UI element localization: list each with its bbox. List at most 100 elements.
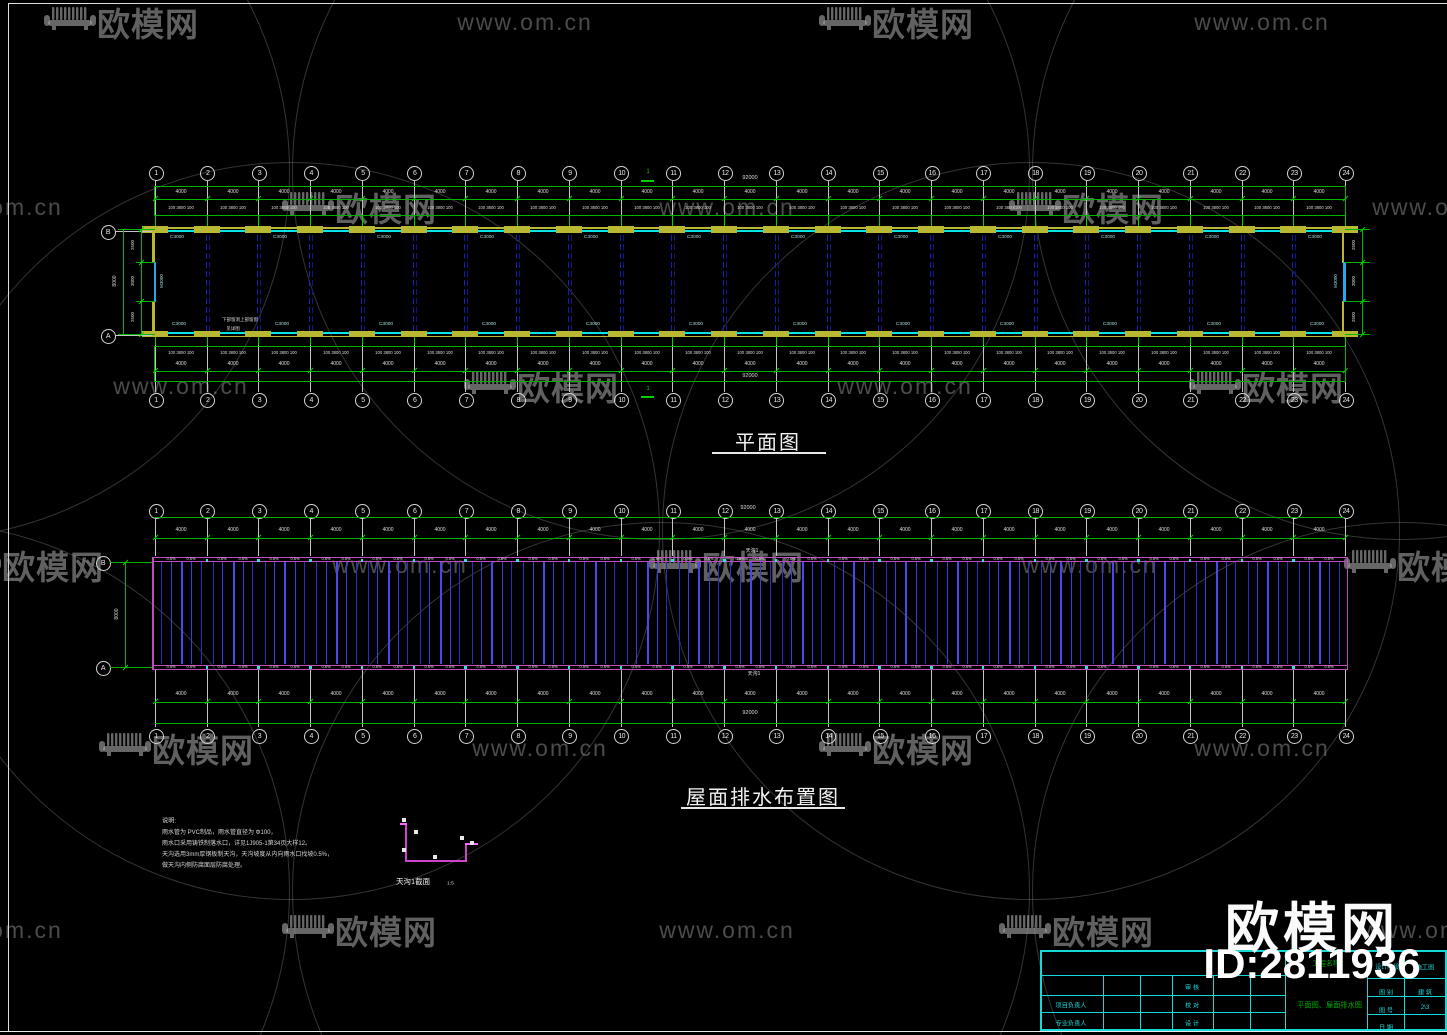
roof-panel-line — [1144, 562, 1146, 664]
dim-sub: 100 3800 100 — [737, 350, 763, 356]
grid-line — [827, 670, 829, 727]
roof-panel-line — [782, 562, 784, 664]
column-pier — [969, 226, 996, 233]
frame-line-blue — [1140, 235, 1142, 331]
dim-bay: 4000 — [382, 527, 394, 533]
dim-ext-h — [110, 562, 152, 563]
frame-line-blue — [208, 235, 210, 331]
grid-bubble: 14 — [821, 728, 837, 744]
grid-bubble: 4 — [303, 165, 319, 181]
roof-panel-line — [242, 562, 244, 664]
frame-line-blue — [1033, 235, 1035, 331]
drain-dot — [1033, 559, 1037, 562]
dim-depth: 8000 — [114, 608, 120, 620]
dim-ext-h — [118, 229, 155, 230]
roof-panel-line — [626, 562, 628, 664]
grid-bubble: 15 — [872, 165, 888, 181]
roof-panel-line — [1319, 562, 1322, 664]
grid-line — [775, 670, 777, 727]
dim-line-v — [125, 562, 126, 667]
drain-dot — [981, 559, 985, 562]
roof-panel-line — [1235, 562, 1237, 664]
gutter-section-left — [405, 824, 407, 862]
column-pier — [348, 226, 375, 233]
section-mark: 1 — [646, 168, 650, 175]
drain-dot — [205, 666, 209, 669]
grid-bubble: 18 — [1028, 165, 1044, 181]
sheet-frame-top — [8, 3, 1447, 4]
column-pier — [452, 226, 479, 233]
grid-bubble: 7 — [458, 165, 474, 181]
roof-edge-left — [152, 557, 154, 670]
roof-panel-line — [523, 562, 525, 664]
dim-side-seg: 2500 — [130, 311, 136, 323]
dim-bay: 4000 — [1158, 691, 1170, 697]
grid-bubble: 3 — [251, 392, 267, 408]
dim-line — [155, 186, 1345, 187]
frame-line-blue — [570, 235, 572, 331]
grid-bubble: 21 — [1183, 392, 1199, 408]
column-pier — [918, 330, 945, 337]
notes-line: 雨水管为 PVC制品，雨水管直径为 Φ100， — [162, 829, 277, 836]
dim-overall: 92000 — [740, 504, 756, 511]
dim-sub: 100 3800 100 — [685, 205, 712, 211]
dim-sub: 100 3800 100 — [1151, 350, 1177, 356]
drain-dot — [619, 559, 623, 562]
column-pier — [607, 226, 634, 233]
tb-vline — [1172, 975, 1173, 1031]
roof-panel-line — [553, 562, 555, 664]
roof-panel-line — [666, 562, 668, 664]
roof-panel-line — [429, 562, 431, 664]
window-label: C3000 — [482, 321, 497, 327]
grid-bubble: 2 — [200, 392, 216, 408]
column-pier — [1228, 226, 1255, 233]
column-pier — [1176, 226, 1203, 233]
drain-dot — [1085, 666, 1088, 669]
dim-side-overall: 8000 — [112, 275, 118, 287]
roof-panel-line — [480, 562, 482, 664]
dim-sub: 100 3800 100 — [1099, 350, 1126, 356]
roof-panel-line — [575, 562, 577, 664]
dim-sub: 100 3800 100 — [685, 350, 712, 356]
roof-panel-line — [419, 562, 421, 664]
frame-line-blue — [984, 235, 986, 331]
wall-bottom — [152, 332, 1348, 334]
column-pier — [762, 330, 789, 337]
column-pier — [1125, 226, 1152, 233]
gutter-label: 天沟1 — [745, 548, 759, 554]
tb-hline — [1040, 995, 1285, 996]
drain-dot — [1292, 559, 1295, 562]
window-label: C3000 — [896, 321, 911, 327]
grid-bubble: 6 — [407, 165, 423, 181]
dim-bay: 4000 — [1313, 527, 1325, 533]
column-pier — [297, 226, 324, 233]
dim-sub: 100 3800 100 — [737, 205, 763, 211]
dim-sub: 100 3800 100 — [995, 205, 1022, 211]
grid-line — [1241, 670, 1243, 727]
roof-panel-line — [377, 562, 379, 664]
frame-line-blue — [878, 235, 880, 331]
frame-line-blue — [363, 235, 365, 331]
drain-dot — [360, 559, 364, 562]
frame-line-blue — [881, 235, 883, 331]
column-pier — [400, 226, 427, 233]
window-label: C3000 — [171, 321, 187, 327]
roof-panel-line — [812, 562, 814, 664]
end-door — [1343, 262, 1346, 302]
drain-dot — [619, 666, 623, 669]
window-label: C3000 — [999, 321, 1014, 327]
grid-bubble: 19 — [1079, 165, 1095, 181]
frame-line-blue — [205, 235, 207, 331]
dim-sub: 100 3800 100 — [944, 350, 970, 356]
frame-line-blue — [360, 235, 362, 331]
dim-line — [155, 199, 1345, 200]
tb-vline — [1103, 975, 1104, 1031]
frame-line-blue — [1137, 235, 1139, 331]
roof-panel-line — [801, 562, 804, 664]
grid-bubble: 14 — [821, 392, 837, 408]
grid-line — [620, 670, 622, 727]
grid-bubble: 13 — [769, 728, 785, 744]
end-door — [153, 262, 156, 302]
roof-panel-line — [232, 562, 235, 664]
frame-line-blue — [1292, 235, 1294, 331]
